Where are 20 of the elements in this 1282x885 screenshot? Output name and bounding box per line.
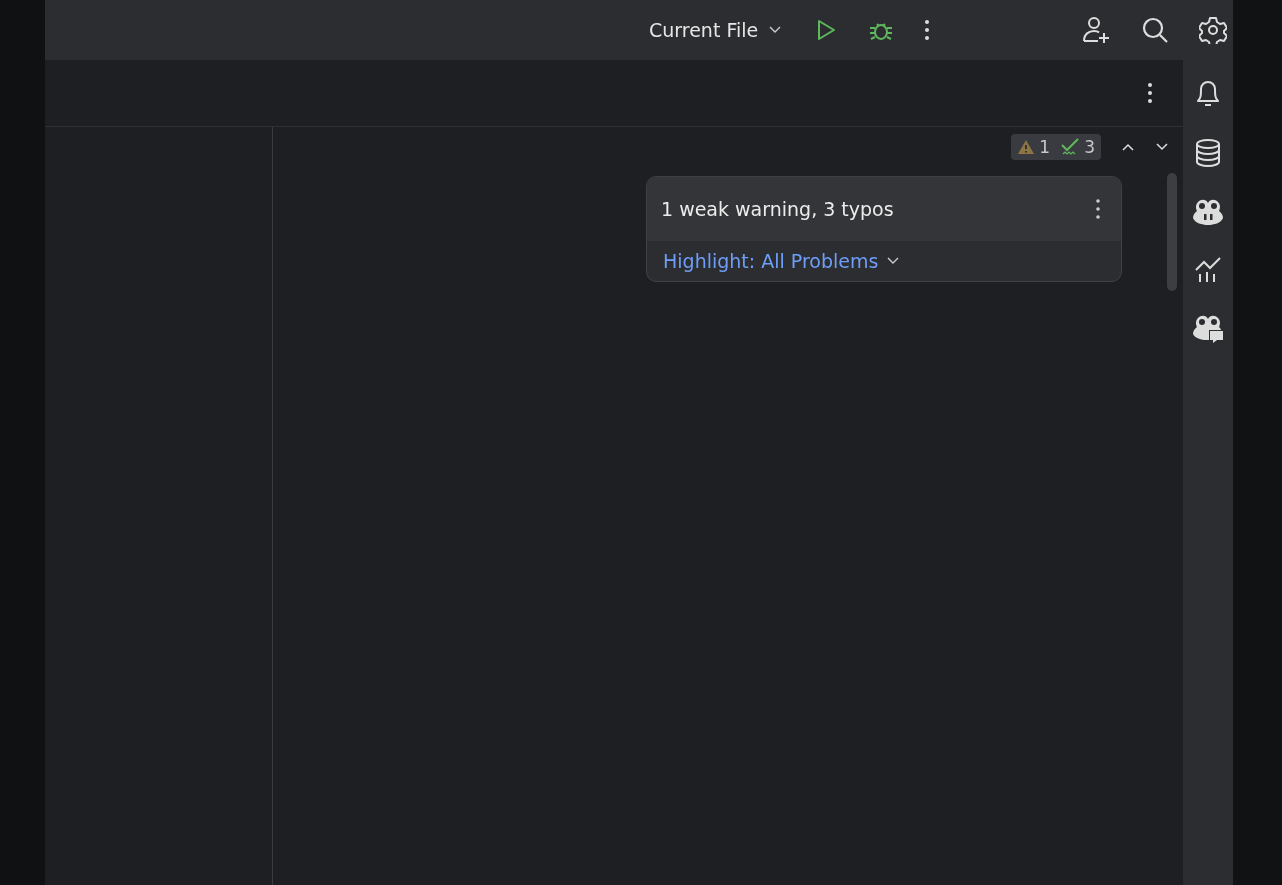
chevron-down-icon bbox=[768, 25, 783, 35]
search-icon[interactable] bbox=[1141, 16, 1169, 44]
inspection-widget[interactable]: 1 3 bbox=[1011, 134, 1101, 160]
more-options-icon[interactable] bbox=[1095, 198, 1101, 220]
chevron-down-icon[interactable] bbox=[886, 256, 901, 266]
settings-icon[interactable] bbox=[1199, 16, 1227, 44]
typo-check-icon bbox=[1060, 137, 1081, 157]
popup-title: 1 weak warning, 3 typos bbox=[661, 198, 894, 220]
highlight-level-link[interactable]: Highlight: All Problems bbox=[663, 250, 879, 272]
chevron-down-icon[interactable] bbox=[1155, 142, 1169, 152]
more-options-icon[interactable] bbox=[924, 19, 931, 41]
database-icon[interactable] bbox=[1194, 138, 1222, 168]
warning-icon bbox=[1017, 139, 1036, 155]
run-configuration-dropdown[interactable]: Current File bbox=[643, 15, 789, 45]
chart-icon[interactable] bbox=[1194, 256, 1222, 284]
more-options-icon[interactable] bbox=[1147, 82, 1153, 104]
scrollbar-thumb[interactable] bbox=[1167, 173, 1177, 291]
code-editor[interactable]: 1 3 1 weak warning, 3 typos Highlight: All Problems bbox=[273, 127, 1183, 885]
chevron-up-icon[interactable] bbox=[1121, 142, 1135, 152]
add-user-icon[interactable] bbox=[1081, 15, 1111, 45]
